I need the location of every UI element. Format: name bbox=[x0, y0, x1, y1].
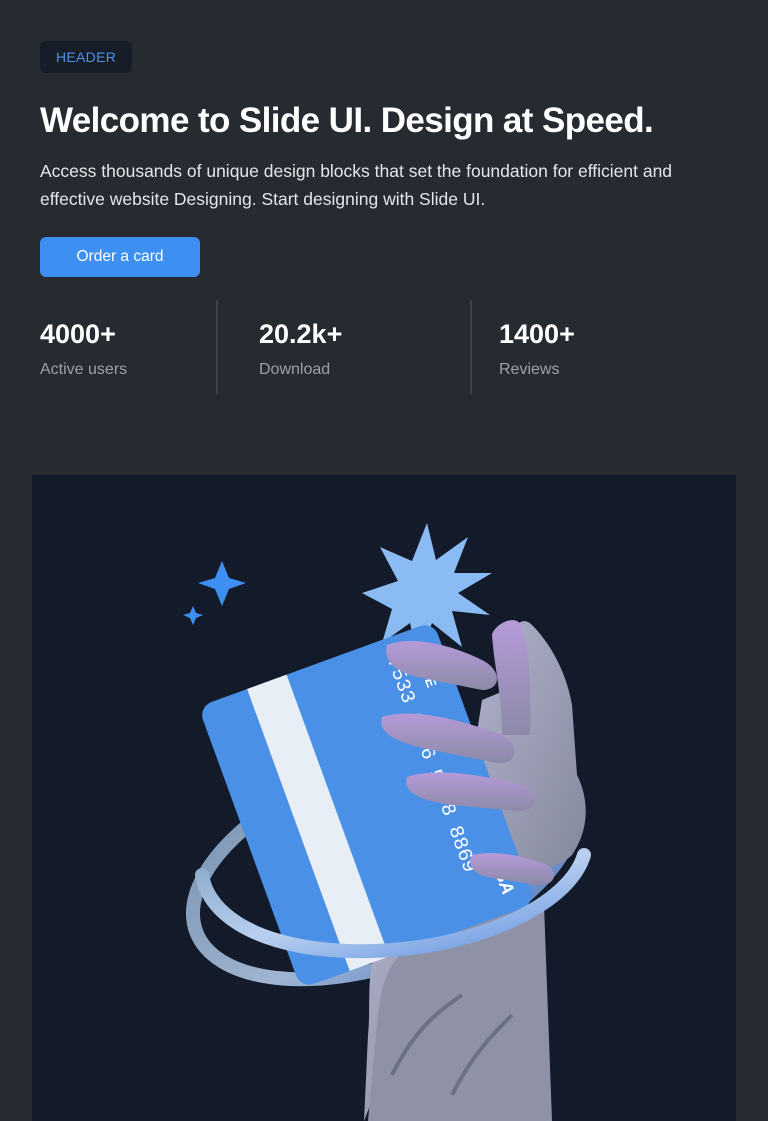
stat-reviews: 1400+ Reviews bbox=[499, 300, 575, 394]
sparkle-small-icon bbox=[183, 606, 203, 625]
stat-value: 4000+ bbox=[40, 319, 116, 349]
stat-label: Active users bbox=[40, 361, 128, 378]
stat-divider bbox=[216, 300, 218, 394]
stat-downloads: 20.2k+ Download bbox=[259, 300, 342, 394]
hero-illustration: SLIDE 7533 0236 5568 8869 VISA bbox=[32, 475, 736, 1121]
hero-section: HEADER Welcome to Slide UI. Design at Sp… bbox=[40, 41, 730, 277]
stat-value: 1400+ bbox=[499, 319, 575, 349]
stat-label: Download bbox=[259, 361, 331, 378]
stat-value: 20.2k+ bbox=[259, 319, 343, 349]
stat-divider bbox=[470, 300, 472, 394]
stats-row: 4000+ Active users 20.2k+ Download 1400+… bbox=[40, 300, 740, 394]
order-card-button[interactable]: Order a card bbox=[40, 237, 200, 277]
hero-description: Access thousands of unique design blocks… bbox=[40, 161, 673, 209]
stat-label: Reviews bbox=[499, 361, 560, 378]
header-badge: HEADER bbox=[40, 41, 133, 73]
page-title: Welcome to Slide UI. Design at Speed. bbox=[40, 101, 654, 140]
stat-active-users: 4000+ Active users bbox=[40, 300, 127, 394]
sparkle-icon bbox=[198, 561, 246, 606]
